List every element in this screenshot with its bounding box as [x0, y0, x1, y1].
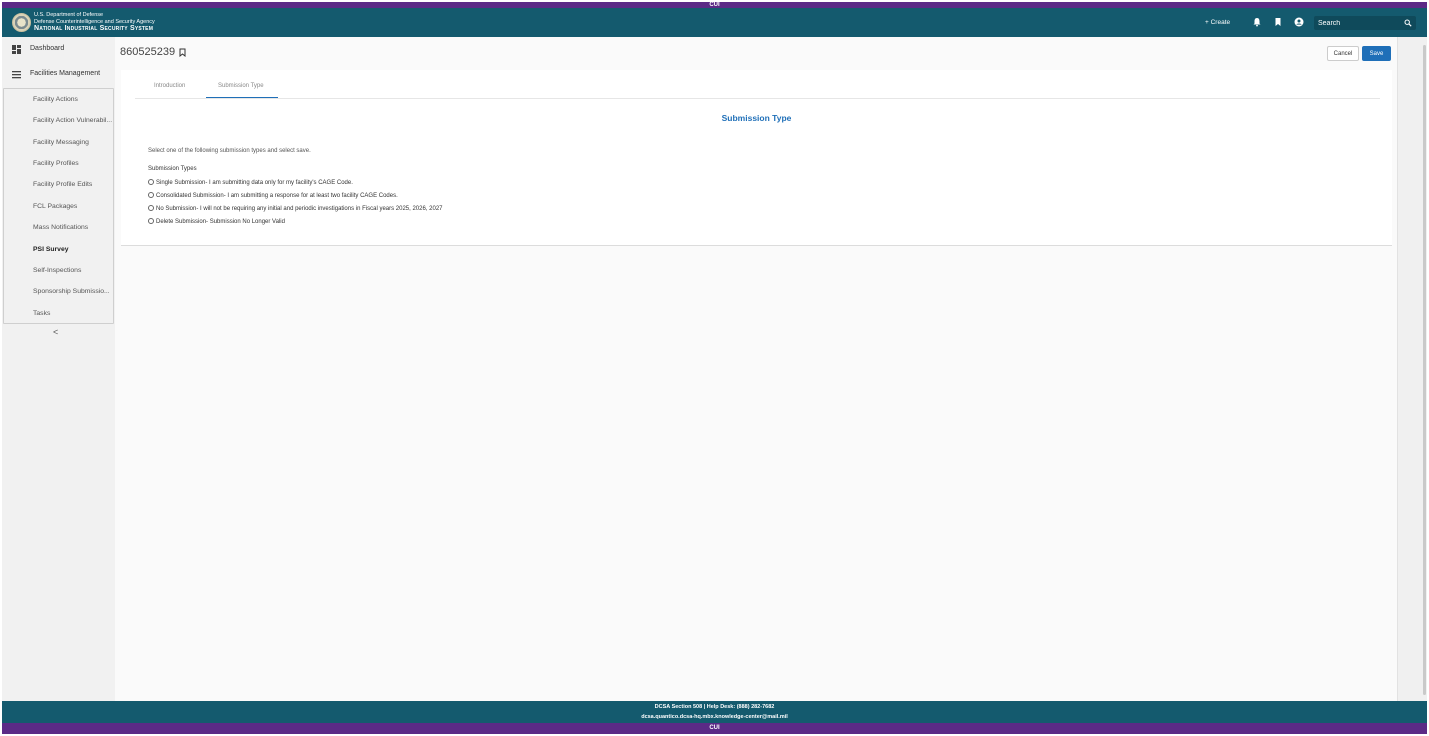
radio-label: Single Submission- I am submitting data …: [156, 180, 353, 186]
sidebar-item-self-inspections[interactable]: Self-Inspections: [33, 267, 115, 274]
sidebar-item-sponsorship-submission[interactable]: Sponsorship Submissio...: [33, 288, 115, 295]
sidebar-item-facility-messaging[interactable]: Facility Messaging: [33, 139, 115, 146]
tab-introduction[interactable]: Introduction: [154, 83, 185, 89]
sidebar-item-mass-notifications[interactable]: Mass Notifications: [33, 224, 115, 231]
agency-title: U.S. Department of Defense Defense Count…: [34, 12, 155, 33]
radio-button[interactable]: [148, 192, 154, 198]
sidebar-item-facility-profiles[interactable]: Facility Profiles: [33, 160, 115, 167]
dod-seal-logo: [12, 13, 31, 32]
search-input[interactable]: [1318, 17, 1403, 29]
record-id: 860525239: [120, 46, 176, 58]
sidebar-item-tasks[interactable]: Tasks: [33, 310, 115, 317]
radio-option-no-submission[interactable]: No Submission- I will not be requiring a…: [148, 205, 443, 212]
create-button[interactable]: + Create: [1205, 19, 1230, 26]
submission-types-label: Submission Types: [148, 166, 197, 172]
facilities-submenu: Facility Actions Facility Action Vulnera…: [3, 88, 114, 324]
radio-label: Consolidated Submission- I am submitting…: [156, 193, 398, 199]
list-icon: [12, 71, 21, 79]
footer: DCSA Section 508 | Help Desk: (888) 282-…: [2, 701, 1427, 723]
sidebar-item-label: Dashboard: [30, 45, 65, 52]
cancel-button[interactable]: Cancel: [1327, 46, 1359, 61]
active-tab-indicator: [206, 97, 278, 98]
radio-button[interactable]: [148, 205, 154, 211]
radio-option-single[interactable]: Single Submission- I am submitting data …: [148, 179, 353, 186]
instructions-text: Select one of the following submission t…: [148, 148, 311, 154]
radio-button[interactable]: [148, 218, 154, 224]
tab-submission-type[interactable]: Submission Type: [218, 83, 264, 89]
sidebar-item-facility-profile-edits[interactable]: Facility Profile Edits: [33, 181, 115, 188]
section-title: Submission Type: [721, 113, 792, 123]
bookmark-outline-icon[interactable]: [179, 48, 186, 57]
search-box[interactable]: [1314, 16, 1416, 30]
tab-divider: [135, 98, 1380, 99]
sidebar-item-facilities-management[interactable]: Facilities Management: [2, 62, 115, 87]
cui-banner-bottom: CUI: [2, 723, 1427, 734]
footer-email[interactable]: dcsa.quantico.dcsa-hq.mbx.knowledge-cent…: [2, 714, 1427, 720]
radio-label: No Submission- I will not be requiring a…: [156, 206, 443, 212]
sidebar-item-dashboard[interactable]: Dashboard: [2, 37, 115, 62]
sidebar-item-facility-actions[interactable]: Facility Actions: [33, 96, 115, 103]
radio-label: Delete Submission- Submission No Longer …: [156, 219, 285, 225]
scrollbar[interactable]: [1397, 37, 1427, 701]
search-icon[interactable]: [1404, 19, 1412, 27]
sidebar-item-fcl-packages[interactable]: FCL Packages: [33, 203, 115, 210]
account-icon[interactable]: [1294, 17, 1304, 27]
dashboard-icon: [12, 45, 21, 54]
bell-icon[interactable]: [1252, 17, 1262, 27]
radio-option-delete[interactable]: Delete Submission- Submission No Longer …: [148, 218, 285, 225]
sidebar: Dashboard Facilities Management Facility…: [2, 37, 115, 701]
main-content: 860525239 Cancel Save Introduction Submi…: [115, 37, 1397, 701]
footer-help-desk[interactable]: DCSA Section 508 | Help Desk: (888) 282-…: [2, 704, 1427, 710]
system-name: National Industrial Security System: [34, 25, 154, 32]
top-header: U.S. Department of Defense Defense Count…: [2, 8, 1427, 37]
save-button[interactable]: Save: [1362, 46, 1391, 61]
sidebar-item-label: Facilities Management: [30, 70, 101, 77]
scrollbar-thumb[interactable]: [1423, 45, 1426, 695]
radio-button[interactable]: [148, 179, 154, 185]
bookmark-icon[interactable]: [1273, 17, 1283, 27]
sidebar-item-psi-survey[interactable]: PSI Survey: [33, 246, 115, 253]
sidebar-item-facility-action-vulnerability[interactable]: Facility Action Vulnerabil...: [33, 117, 115, 124]
app-frame: CUI U.S. Department of Defense Defense C…: [2, 2, 1427, 734]
radio-option-consolidated[interactable]: Consolidated Submission- I am submitting…: [148, 192, 398, 199]
form-card: Introduction Submission Type Submission …: [121, 70, 1392, 246]
collapse-sidebar-button[interactable]: <: [53, 327, 58, 337]
